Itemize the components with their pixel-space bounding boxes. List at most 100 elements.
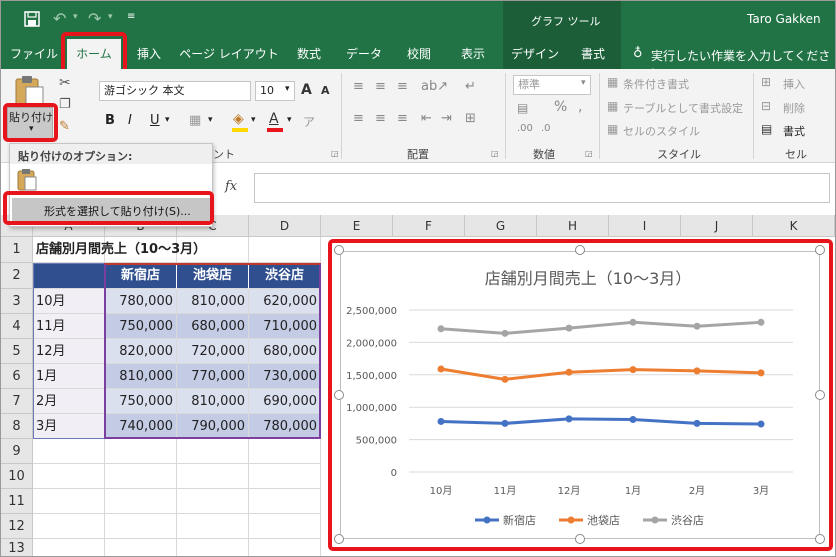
user-name[interactable]: Taro Gakken [747,12,821,26]
fill-color-icon[interactable]: ◈ [233,111,244,127]
row-header-12[interactable]: 12 [1,514,33,539]
grid-cell[interactable] [33,464,105,489]
column-header-g[interactable]: G [465,215,537,237]
fill-dropdown-icon[interactable]: ▾ [251,115,256,125]
format-cells-icon[interactable]: ▤ [761,122,772,136]
fx-icon[interactable]: fx [225,179,237,194]
grid-cell[interactable] [33,514,105,539]
font-color-dropdown-icon[interactable]: ▾ [287,115,292,125]
tab-format[interactable]: 書式 [567,39,619,69]
grid-cell[interactable] [177,539,249,556]
grid-cell[interactable] [249,464,321,489]
customize-toolbar-icon[interactable]: ≡ [127,11,135,22]
grid-cell[interactable] [249,439,321,464]
bold-button[interactable]: B [105,113,115,128]
font-dialog-launcher-icon[interactable]: ◲ [331,149,339,158]
number-dialog-launcher-icon[interactable]: ◲ [585,149,593,158]
align-dialog-launcher-icon[interactable]: ◲ [491,149,499,158]
grid-cell[interactable] [105,464,177,489]
row-header-10[interactable]: 10 [1,464,33,489]
column-header-f[interactable]: F [393,215,465,237]
undo-dropdown-icon[interactable]: ▾ [73,12,78,22]
resize-handle[interactable] [334,534,344,544]
grid-cell[interactable] [33,439,105,464]
orientation-icon[interactable]: ab↗ [421,79,448,94]
save-icon[interactable] [23,10,41,28]
row-header-9[interactable]: 9 [1,439,33,464]
formula-input[interactable] [254,173,830,203]
column-header-k[interactable]: K [753,215,835,237]
align-bottom-icon[interactable]: ≡ [397,79,408,94]
italic-button[interactable]: I [128,113,132,128]
grid-cell[interactable] [177,439,249,464]
row-header-3[interactable]: 3 [1,289,33,314]
table-format-icon[interactable]: ▦ [607,99,618,113]
tab-page-layout[interactable]: ページ レイアウト [179,39,279,69]
underline-button[interactable]: U [150,113,160,128]
delete-cells-button[interactable]: 削除 [783,100,805,116]
currency-icon[interactable]: ▤ [517,101,528,115]
grid-cell[interactable] [33,539,105,556]
row-header-5[interactable]: 5 [1,339,33,364]
grid-cell[interactable] [105,539,177,556]
shrink-font-icon[interactable]: A [321,84,330,97]
comma-icon[interactable]: , [578,99,582,115]
merge-icon[interactable]: ⊞ [465,111,476,126]
tab-design[interactable]: デザイン [507,39,563,69]
row-header-7[interactable]: 7 [1,389,33,414]
format-painter-icon[interactable]: ✎ [59,119,70,134]
column-header-j[interactable]: J [681,215,753,237]
resize-handle[interactable] [575,245,585,255]
grid-cell[interactable] [105,489,177,514]
tab-file[interactable]: ファイル [7,39,61,69]
redo-icon[interactable]: ↷ [88,9,101,28]
tab-insert[interactable]: 挿入 [127,39,171,69]
sheet-title-cell[interactable]: 店舗別月間売上（10～3月） [33,237,321,263]
row-header-13[interactable]: 13 [1,539,33,556]
grid-cell[interactable] [177,464,249,489]
align-middle-icon[interactable]: ≡ [375,79,386,94]
row-header-6[interactable]: 6 [1,364,33,389]
underline-dropdown-icon[interactable]: ▾ [165,115,170,125]
cut-icon[interactable]: ✂ [59,75,71,91]
resize-handle[interactable] [815,534,825,544]
grid-cell[interactable] [177,514,249,539]
row-header-2[interactable]: 2 [1,263,33,289]
column-header-d[interactable]: D [249,215,321,237]
row-header-11[interactable]: 11 [1,489,33,514]
conditional-format-icon[interactable]: ▦ [607,75,618,89]
insert-cells-button[interactable]: 挿入 [783,76,805,92]
column-header-e[interactable]: E [321,215,393,237]
row-header-8[interactable]: 8 [1,414,33,439]
copy-icon[interactable]: ❐ [59,97,71,112]
grid-cell[interactable] [177,489,249,514]
align-center-icon[interactable]: ≡ [375,111,386,126]
undo-icon[interactable]: ↶ [53,9,66,28]
grid-cell[interactable] [105,439,177,464]
row-header-1[interactable]: 1 [1,237,33,263]
resize-handle[interactable] [575,534,585,544]
border-icon[interactable]: ▦ [189,113,201,128]
grid-cell[interactable] [249,489,321,514]
font-name-select[interactable]: 游ゴシック 本文 [99,81,251,101]
tab-review[interactable]: 校閲 [395,39,443,69]
increase-indent-icon[interactable]: ⇥ [441,111,452,126]
percent-icon[interactable]: % [554,99,567,115]
tab-formulas[interactable]: 数式 [285,39,333,69]
number-format-select[interactable]: 標準 [513,75,591,95]
insert-cells-icon[interactable]: ⊞ [761,75,771,89]
border-dropdown-icon[interactable]: ▾ [208,115,213,125]
resize-handle[interactable] [334,245,344,255]
cell-styles-button[interactable]: セルのスタイル [623,123,700,139]
grow-font-icon[interactable]: A [301,82,312,98]
grid-cell[interactable] [105,514,177,539]
tab-view[interactable]: 表示 [449,39,497,69]
row-header-4[interactable]: 4 [1,314,33,339]
number-format-dropdown-icon[interactable]: ▾ [581,78,586,88]
cell-style-icon[interactable]: ▦ [607,122,618,136]
resize-handle[interactable] [815,390,825,400]
align-right-icon[interactable]: ≡ [397,111,408,126]
wrap-text-icon[interactable]: ↵ [465,79,476,94]
delete-cells-icon[interactable]: ⊟ [761,99,771,113]
resize-handle[interactable] [334,390,344,400]
